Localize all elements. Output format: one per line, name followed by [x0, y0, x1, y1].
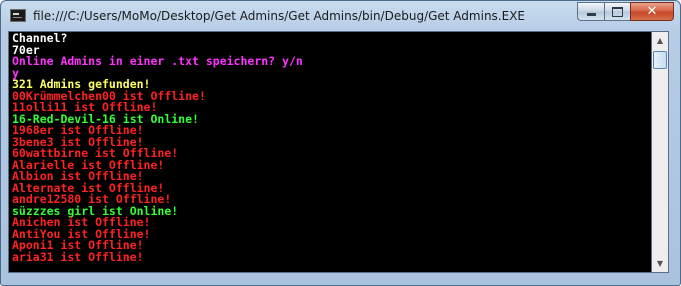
maximize-icon — [612, 6, 623, 17]
console-window: file:///C:/Users/MoMo/Desktop/Get Admins… — [0, 0, 681, 286]
minimize-button[interactable] — [577, 2, 604, 21]
vertical-scrollbar[interactable]: ▲ ▼ — [652, 31, 669, 273]
console-line: Channel? — [12, 31, 68, 45]
window-title: file:///C:/Users/MoMo/Desktop/Get Admins… — [33, 9, 526, 23]
scroll-thumb[interactable] — [653, 51, 667, 69]
maximize-button[interactable] — [604, 2, 630, 21]
close-button[interactable]: ✕ — [630, 2, 674, 21]
console-lines: Channel? 70er Online Admins in einer .txt … — [12, 31, 303, 264]
console-app-icon — [10, 9, 26, 22]
console-line: aria31 ist Offline! — [12, 249, 144, 264]
scroll-up-arrow-icon[interactable]: ▲ — [652, 32, 668, 49]
console-line: Online Admins in einer .txt speichern? y… — [12, 54, 303, 68]
caption-buttons: ✕ — [577, 2, 674, 22]
console-output[interactable]: Channel? 70er Online Admins in einer .txt … — [8, 31, 652, 273]
close-icon: ✕ — [646, 4, 658, 19]
title-bar[interactable]: file:///C:/Users/MoMo/Desktop/Get Admins… — [1, 1, 680, 31]
scroll-down-arrow-icon[interactable]: ▼ — [652, 255, 668, 272]
minimize-icon — [586, 13, 596, 16]
